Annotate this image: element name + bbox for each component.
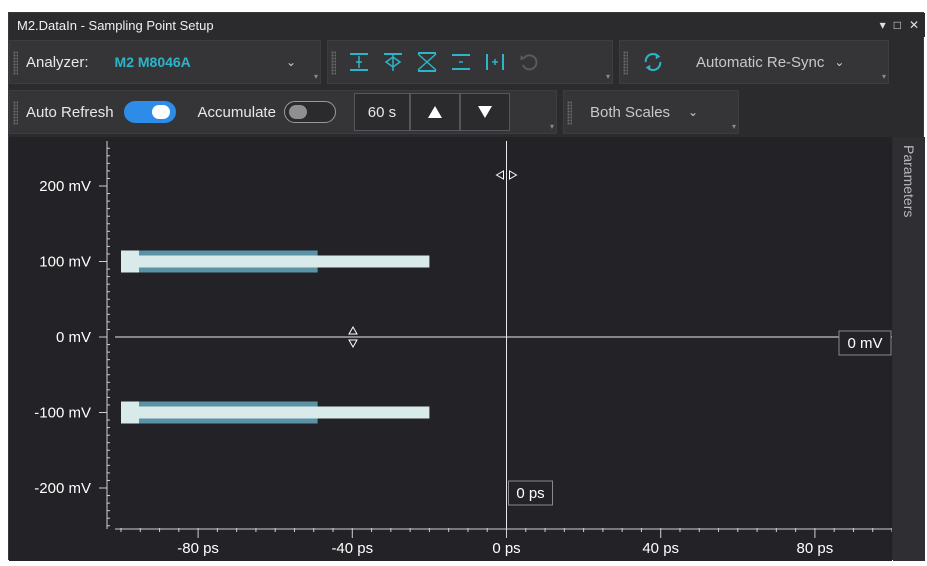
eye-bar-inner [121,255,430,268]
time-drag-handle-right[interactable] [509,170,518,180]
grip-handle[interactable] [13,51,18,75]
plot-area[interactable]: 200 mV 100 mV 0 mV -100 mV -200 mV -80 ps -40 … [9,137,893,561]
voltage-drag-handle-down[interactable] [348,339,358,349]
chevron-down-icon[interactable]: ⌄ [688,105,698,119]
view-tools-group: ▾ [327,40,613,84]
resync-select[interactable]: Automatic Re-Sync [696,54,824,71]
parameters-label: Parameters [901,145,917,218]
y-tick-label: 200 mV [39,178,91,195]
accumulate-label: Accumulate [197,103,276,121]
group-menu-icon[interactable]: ▾ [882,73,886,81]
y-tick-label: 0 mV [56,329,91,346]
maximize-icon[interactable]: □ [894,18,901,32]
grip-handle[interactable] [331,51,336,75]
time-drag-handle-left[interactable] [495,170,504,180]
title-bar: M2.DataIn - Sampling Point Setup ▾ □ ✕ [9,13,925,37]
analyzer-select[interactable]: M2 M8046A [115,54,191,70]
x-tick-label: 0 ps [492,540,520,557]
toggle-knob [151,105,170,119]
analyzer-group: Analyzer: M2 M8046A ⌄ ▾ [9,40,321,84]
window-controls: ▾ □ ✕ [880,18,919,32]
close-icon[interactable]: ✕ [909,18,919,32]
y-tick-label: -100 mV [34,405,91,422]
sampling-point-window: M2.DataIn - Sampling Point Setup ▾ □ ✕ A… [8,12,925,561]
refresh-group: Auto Refresh Accumulate 60 s ▾ [9,90,557,134]
eye-bar-edge [121,250,139,273]
voltage-drag-handle-up[interactable] [348,325,358,335]
grip-handle[interactable] [13,101,18,125]
interval-field[interactable]: 60 s [353,93,410,131]
undo-icon[interactable] [518,51,540,73]
grip-handle[interactable] [567,101,572,125]
resync-icon[interactable] [642,51,664,73]
toolbar-row-2: Auto Refresh Accumulate 60 s ▾ Both Scal… [9,89,925,135]
center-eye-icon[interactable] [382,51,404,73]
triangle-up-icon [427,106,442,118]
x-tick-label: -40 ps [331,540,373,557]
auto-refresh-toggle[interactable] [123,101,176,123]
group-menu-icon[interactable]: ▾ [606,73,610,81]
y-tick-label: 100 mV [39,254,91,271]
center-vertical-icon[interactable] [348,51,370,73]
parameters-tab[interactable]: Parameters [893,137,925,561]
fit-eye-icon[interactable] [416,51,438,73]
center-horizontal-icon[interactable] [450,51,472,73]
scales-group: Both Scales ⌄ ▾ [563,90,739,134]
x-tick-label: 40 ps [642,540,679,557]
sampling-chart[interactable]: 200 mV 100 mV 0 mV -100 mV -200 mV -80 ps -40 … [9,137,893,561]
chevron-down-icon[interactable]: ⌄ [834,55,844,69]
group-menu-icon[interactable]: ▾ [732,123,736,131]
interval-up-button[interactable] [409,93,460,131]
chevron-down-icon[interactable]: ⌄ [286,55,296,69]
toggle-knob [288,105,307,119]
grip-handle[interactable] [623,51,628,75]
time-marker-label: 0 ps [516,485,544,502]
analyzer-label: Analyzer: [26,53,89,71]
auto-refresh-label: Auto Refresh [26,103,114,121]
x-tick-label: -80 ps [177,540,219,557]
group-menu-icon[interactable]: ▾ [550,123,554,131]
interval-value: 60 s [367,103,397,121]
y-tick-label: -200 mV [34,480,91,497]
voltage-marker-label: 0 mV [847,335,882,352]
scales-select[interactable]: Both Scales [590,104,670,121]
pin-icon[interactable]: ▾ [880,18,886,32]
interval-down-button[interactable] [459,93,510,131]
accumulate-toggle[interactable] [283,101,336,123]
cursor-offset-icon[interactable] [484,51,506,73]
eye-bar-edge [121,401,139,424]
window-title: M2.DataIn - Sampling Point Setup [17,17,214,33]
x-tick-label: 80 ps [797,540,834,557]
resync-group: Automatic Re-Sync ⌄ ▾ [619,40,889,84]
toolbar-row-1: Analyzer: M2 M8046A ⌄ ▾ ▾ Automatic Re-S… [9,39,925,85]
eye-bar-inner [121,406,430,419]
group-menu-icon[interactable]: ▾ [314,73,318,81]
triangle-down-icon [477,106,492,118]
